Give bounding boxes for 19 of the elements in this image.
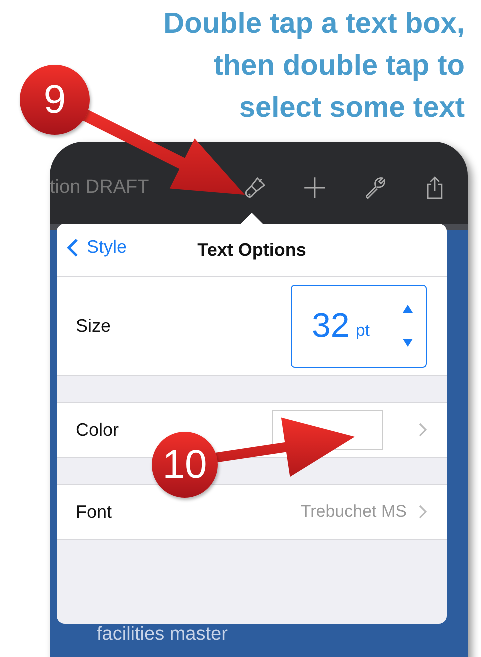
row-label: Font (76, 502, 112, 522)
slide-text: facilities master (97, 624, 228, 646)
back-chevron-icon (67, 238, 79, 258)
chevron-icon (419, 423, 427, 437)
increase-icon[interactable] (402, 304, 414, 314)
size-value: 32 (312, 306, 350, 346)
row-label: Color (76, 420, 120, 440)
add-icon[interactable] (302, 175, 328, 201)
chevron-icon (419, 505, 427, 519)
row-label: Size (76, 316, 112, 336)
decrease-icon[interactable] (402, 338, 414, 348)
back-button[interactable]: Style (67, 237, 128, 258)
size-stepper[interactable]: 32 pt (291, 284, 427, 368)
font-value: Trebuchet MS (300, 502, 407, 522)
step-badge: 9 (20, 65, 90, 135)
size-unit: pt (356, 321, 370, 341)
popover-title: Text Options (198, 240, 306, 260)
instruction-caption: Double tap a text box, then double tap to select some text (164, 7, 465, 126)
document-title: tion DRAFT (50, 177, 150, 199)
